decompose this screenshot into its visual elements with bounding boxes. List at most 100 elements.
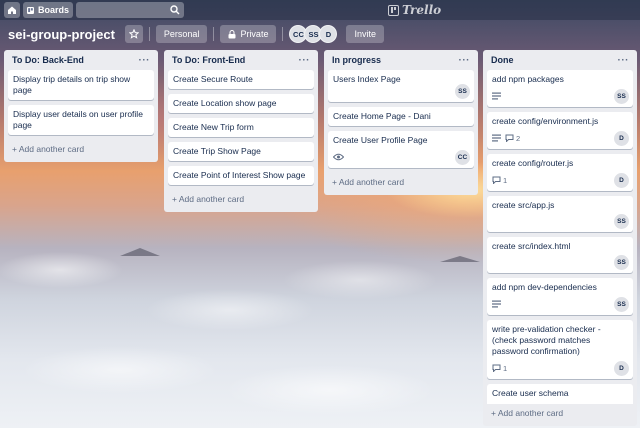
card-title: Create User Profile Page	[333, 135, 428, 145]
comment-badge: 1	[492, 175, 507, 186]
card[interactable]: Create Point of Interest Show page	[168, 166, 314, 185]
add-card-button[interactable]: + Add another card	[168, 190, 314, 208]
card[interactable]: create config/router.js 1 D	[487, 154, 633, 191]
card-member-avatar[interactable]: D	[614, 173, 629, 188]
card-member-avatar[interactable]: SS	[614, 89, 629, 104]
card[interactable]: write pre-validation checker - (check pa…	[487, 320, 633, 379]
card-title: write pre-validation checker - (check pa…	[492, 324, 601, 356]
card-member-avatar[interactable]: SS	[614, 255, 629, 270]
home-button[interactable]	[4, 2, 20, 18]
card-badges	[333, 150, 469, 164]
card[interactable]: Users Index Page SS	[328, 70, 474, 102]
card-title: add npm packages	[492, 74, 564, 84]
description-icon	[492, 134, 501, 142]
card-title: Create user schema	[492, 388, 569, 398]
card[interactable]: Create User Profile Page CC	[328, 131, 474, 168]
card[interactable]: Create user schema 1	[487, 384, 633, 404]
boards-button[interactable]: Boards	[23, 2, 73, 18]
card-badges: 1	[492, 403, 628, 404]
card-title: add npm dev-dependencies	[492, 282, 597, 292]
list-to-do-front-end: To Do: Front-End ··· Create Secure Route…	[164, 50, 318, 212]
list-menu-icon[interactable]: ···	[299, 55, 311, 66]
card-title: Display user details on user profile pag…	[13, 109, 143, 130]
card-title: create src/app.js	[492, 200, 555, 210]
card[interactable]: Create Trip Show Page	[168, 142, 314, 161]
card[interactable]: Create New Trip form	[168, 118, 314, 137]
board-members: CC SS D	[289, 25, 338, 43]
card[interactable]: add npm dev-dependencies SS	[487, 278, 633, 315]
card[interactable]: create src/app.js SS	[487, 196, 633, 232]
add-card-button[interactable]: + Add another card	[328, 173, 474, 191]
list-menu-icon[interactable]: ···	[459, 55, 471, 66]
list-title[interactable]: To Do: Back-End	[12, 55, 84, 65]
list-title[interactable]: To Do: Front-End	[172, 55, 245, 65]
boards-icon	[27, 6, 34, 14]
list-header[interactable]: In progress ···	[328, 50, 474, 70]
boards-label: Boards	[37, 5, 69, 15]
star-button[interactable]	[124, 25, 143, 43]
card-badges	[492, 297, 628, 311]
card-member-avatar[interactable]: SS	[614, 214, 629, 229]
trello-logo-icon	[388, 4, 399, 16]
comment-badge: 2	[505, 133, 520, 144]
card-member-avatar[interactable]: SS	[614, 297, 629, 312]
list-menu-icon[interactable]: ···	[139, 55, 151, 66]
done-card-scroll[interactable]: add npm packages SS create config/enviro…	[487, 70, 633, 404]
comment-icon	[505, 134, 514, 142]
comment-count: 1	[503, 363, 508, 373]
background-peak	[120, 248, 160, 256]
comment-count: 1	[503, 175, 508, 185]
list-header[interactable]: To Do: Back-End ···	[8, 50, 154, 70]
search-input[interactable]	[76, 2, 184, 18]
comment-count: 2	[516, 133, 521, 143]
card[interactable]: Display user details on user profile pag…	[8, 105, 154, 135]
background-peak	[440, 256, 480, 262]
card-badges: 2	[492, 131, 628, 145]
card-title: Display trip details on trip show page	[13, 74, 131, 95]
card-title: Create New Trip form	[173, 122, 254, 132]
description-icon	[492, 92, 501, 100]
card-title: Create Location show page	[173, 98, 277, 108]
card-title: create config/router.js	[492, 158, 574, 168]
card-member-avatar[interactable]: D	[614, 361, 629, 376]
card-title: create config/environment.js	[492, 116, 599, 126]
list-title[interactable]: In progress	[332, 55, 381, 65]
lock-icon	[228, 29, 236, 38]
card[interactable]: create src/index.html SS	[487, 237, 633, 273]
top-nav-bar: Boards Trello	[0, 0, 640, 20]
card-member-avatar[interactable]: SS	[455, 84, 470, 99]
member-avatar[interactable]: D	[319, 25, 338, 43]
visibility-label: Private	[240, 29, 269, 39]
card[interactable]: add npm packages SS	[487, 70, 633, 107]
card[interactable]: create config/environment.js 2 D	[487, 112, 633, 149]
add-card-button[interactable]: + Add another card	[487, 404, 633, 422]
logo-text: Trello	[402, 3, 442, 17]
card-badges	[492, 89, 628, 103]
card[interactable]: Create Location show page	[168, 94, 314, 113]
card[interactable]: Create Secure Route	[168, 70, 314, 89]
star-icon	[128, 29, 139, 39]
comment-badge: 1	[492, 363, 507, 374]
visibility-button[interactable]: Private	[220, 25, 277, 43]
search-icon	[170, 5, 180, 15]
list-header[interactable]: To Do: Front-End ···	[168, 50, 314, 70]
board-title[interactable]: sei-group-project	[8, 27, 115, 42]
list-header[interactable]: Done ···	[487, 50, 633, 70]
team-button[interactable]: Personal	[155, 25, 208, 43]
card[interactable]: Display trip details on trip show page	[8, 70, 154, 100]
add-card-button[interactable]: + Add another card	[8, 140, 154, 158]
card-title: Users Index Page	[333, 74, 401, 84]
card-member-avatar[interactable]: D	[614, 131, 629, 146]
card[interactable]: Create Home Page - Dani	[328, 107, 474, 126]
card-member-avatar[interactable]: CC	[455, 150, 470, 165]
trello-logo[interactable]: Trello	[388, 3, 441, 17]
invite-button[interactable]: Invite	[346, 25, 384, 43]
list-title[interactable]: Done	[491, 55, 514, 65]
header-divider	[282, 27, 284, 41]
comment-icon	[492, 176, 501, 184]
list-menu-icon[interactable]: ···	[618, 55, 630, 66]
home-icon	[8, 6, 16, 14]
card-title: create src/index.html	[492, 241, 571, 251]
list-done: Done ··· add npm packages SS create conf…	[483, 50, 637, 426]
card-badges: 1	[492, 361, 628, 375]
